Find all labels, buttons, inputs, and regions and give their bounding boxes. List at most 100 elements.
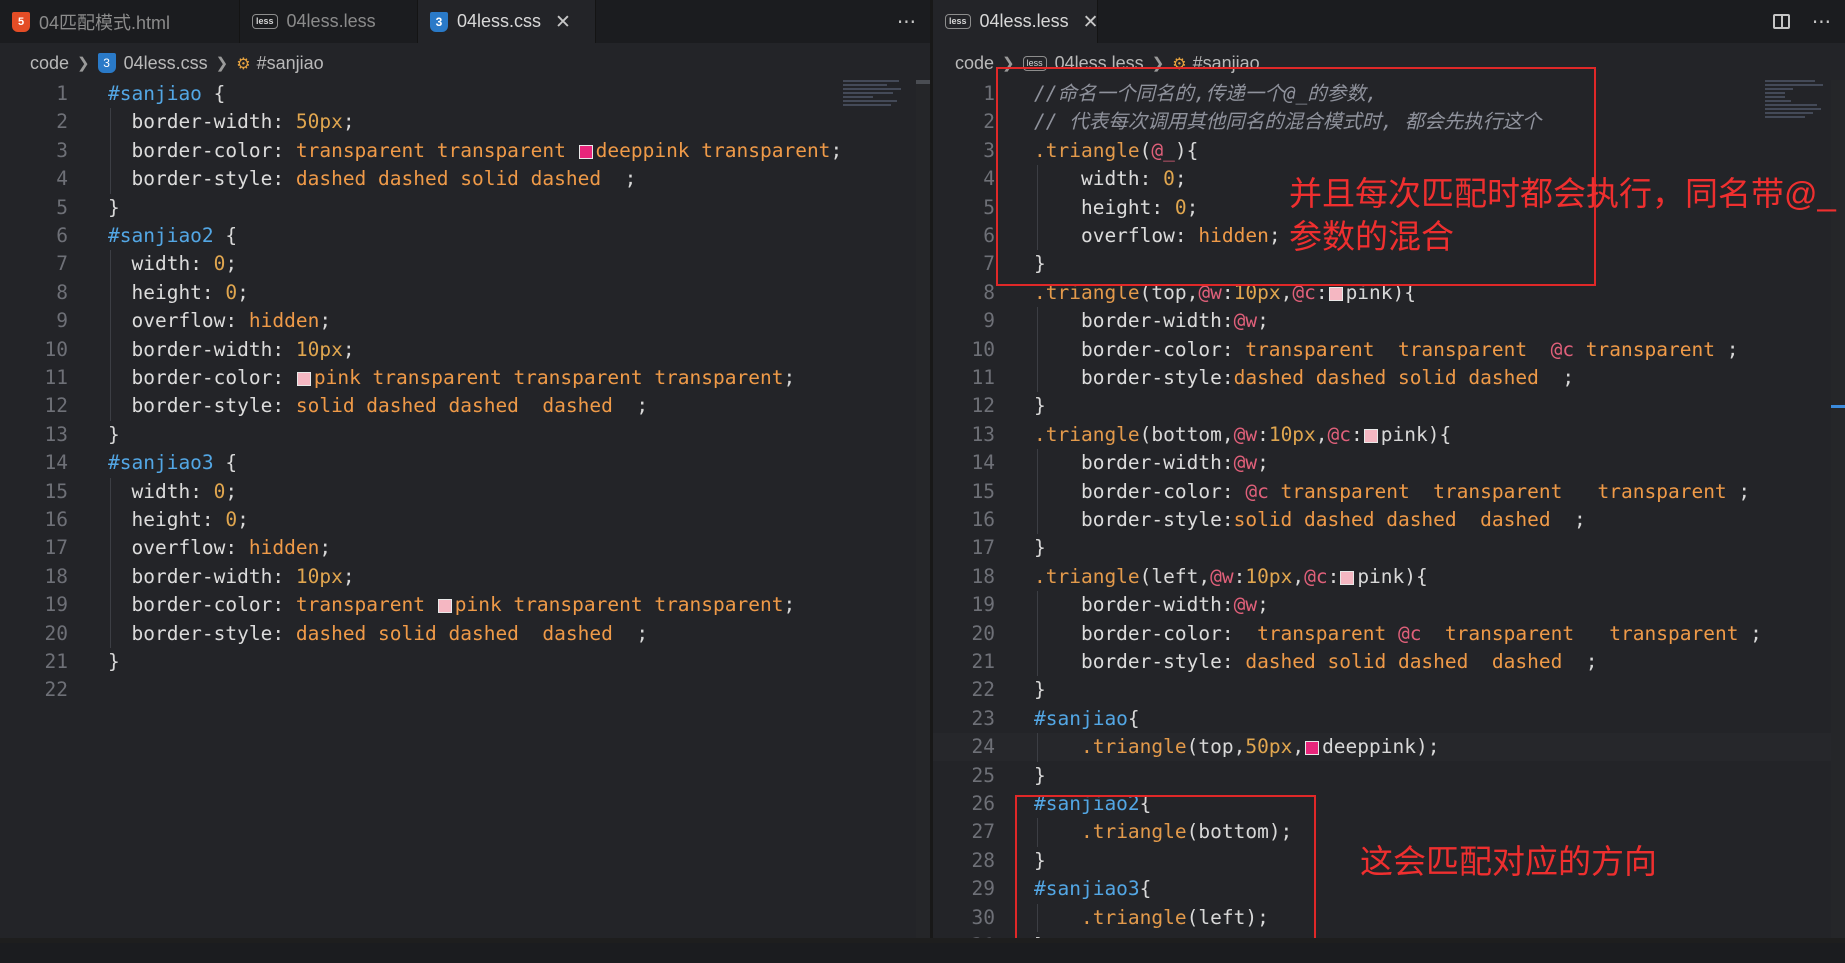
code-line[interactable]: 9 overflow: hidden; — [0, 307, 930, 335]
code-text: border-width:@w; — [1034, 593, 1269, 617]
code-line[interactable]: 3 border-color: transparent transparent … — [0, 137, 930, 165]
tab-04less-less[interactable]: less 04less.less ✕ — [933, 0, 1099, 43]
code-line[interactable]: 16 height: 0; — [0, 506, 930, 534]
code-line[interactable]: 2 border-width: 50px; — [0, 108, 930, 136]
minimap-line — [843, 104, 891, 106]
close-icon[interactable]: ✕ — [555, 11, 571, 33]
close-icon[interactable]: ✕ — [1083, 11, 1099, 33]
color-swatch[interactable] — [1340, 570, 1355, 585]
code-line[interactable]: 14 border-width:@w; — [933, 449, 1845, 477]
minimap-right[interactable] — [1765, 80, 1825, 140]
more-actions-icon[interactable]: ··· — [897, 10, 916, 34]
breadcrumb-file[interactable]: 04less.css — [124, 53, 208, 74]
code-line[interactable]: 10 border-color: transparent transparent… — [933, 336, 1845, 364]
minimap-line — [1765, 104, 1817, 106]
color-swatch[interactable] — [578, 144, 593, 159]
color-swatch[interactable] — [437, 599, 452, 614]
code-line[interactable]: 10 border-width: 10px; — [0, 336, 930, 364]
code-line[interactable]: 11 border-color: pink transparent transp… — [0, 364, 930, 392]
breadcrumb-folder[interactable]: code — [30, 53, 69, 74]
code-text: } — [1034, 536, 1046, 560]
code-line[interactable]: 25} — [933, 762, 1845, 790]
line-number: 9 — [56, 309, 68, 333]
color-swatch[interactable] — [296, 372, 311, 386]
symbol-class-icon: ⚙ — [236, 53, 251, 73]
tab-actions-left: ··· — [897, 0, 916, 43]
code-line[interactable]: 22} — [933, 676, 1845, 704]
vertical-scrollbar-left[interactable] — [916, 80, 930, 938]
breadcrumb-symbol[interactable]: #sanjiao — [257, 53, 324, 74]
code-line[interactable]: 24 .triangle(top,50px, deeppink); — [933, 733, 1845, 762]
code-line[interactable]: 21 border-style: dashed solid dashed das… — [933, 648, 1845, 676]
code-line[interactable]: 20 border-style: dashed solid dashed das… — [0, 620, 930, 648]
code-line[interactable]: 8 height: 0; — [0, 279, 930, 307]
line-number: 7 — [983, 252, 995, 276]
code-line[interactable]: 23 #sanjiao{ — [933, 705, 1845, 733]
annotation-text-1a: 并且每次匹配时都会执行，同名带@_ — [1289, 175, 1836, 212]
breadcrumb-folder[interactable]: code — [955, 53, 994, 74]
line-number: 31 — [933, 932, 995, 938]
line-number: 21 — [44, 650, 68, 673]
code-line[interactable]: 17 overflow: hidden; — [0, 534, 930, 562]
code-text: border-style:dashed dashed solid dashed … — [1034, 366, 1575, 389]
code-line[interactable]: 19 border-width:@w; — [933, 591, 1845, 619]
code-text: } — [108, 422, 120, 446]
code-line[interactable]: 19 border-color: transparent pink transp… — [0, 591, 930, 619]
line-number: 17 — [44, 536, 68, 560]
code-text: } — [108, 650, 120, 673]
code-line[interactable]: 20 border-color: transparent @c transpar… — [933, 620, 1845, 648]
minimap-line — [1765, 112, 1813, 114]
code-line[interactable]: 9 border-width:@w; — [933, 307, 1845, 335]
tab-04less-less[interactable]: less 04less.less — [240, 0, 418, 43]
code-text: border-width:@w; — [1034, 309, 1269, 333]
code-line[interactable]: 13} — [0, 421, 930, 449]
line-number: 24 — [971, 735, 995, 759]
chevron-right-icon: ❯ — [77, 55, 90, 72]
minimap-left[interactable] — [843, 80, 903, 140]
tab-actions-right: ··· — [1772, 0, 1831, 43]
color-swatch[interactable] — [1305, 741, 1320, 756]
minimap-line — [843, 80, 899, 82]
line-number: 13 — [971, 422, 995, 446]
indent-guide — [110, 250, 111, 421]
code-line[interactable]: 15 border-color: @c transparent transpar… — [933, 478, 1845, 506]
status-bar — [0, 943, 1845, 963]
code-line[interactable]: 18 border-width: 10px; — [0, 563, 930, 591]
color-swatch[interactable] — [1363, 428, 1378, 443]
line-number: 15 — [44, 479, 68, 503]
scrollbar-thumb[interactable] — [916, 80, 930, 84]
line-number: 21 — [971, 650, 995, 673]
color-swatch[interactable] — [1328, 286, 1343, 301]
tab-04less-css[interactable]: 3 04less.css ✕ — [418, 0, 596, 43]
code-line[interactable]: 1 #sanjiao { — [0, 80, 930, 108]
code-line[interactable]: 16 border-style:solid dashed dashed dash… — [933, 506, 1845, 534]
code-line[interactable]: 18 .triangle(left,@w:10px,@c: pink){ — [933, 563, 1845, 591]
code-line[interactable]: 11 border-style:dashed dashed solid dash… — [933, 364, 1845, 392]
minimap-line — [1765, 88, 1793, 90]
tab-04-match-html[interactable]: 5 04匹配模式.html — [0, 0, 240, 43]
code-line[interactable]: 12} — [933, 392, 1845, 420]
line-number: 5 — [983, 195, 995, 219]
line-number: 17 — [971, 536, 995, 560]
code-line[interactable]: 21} — [0, 648, 930, 676]
indent-guide — [110, 108, 111, 194]
code-text: #sanjiao3 { — [108, 451, 238, 475]
code-line[interactable]: 14 #sanjiao3 { — [0, 449, 930, 477]
code-line[interactable]: 5} — [0, 194, 930, 222]
code-editor-left[interactable]: 1 #sanjiao {2 border-width: 50px; 3 border… — [0, 80, 930, 938]
line-number: 1 — [56, 82, 68, 105]
code-line[interactable]: 15 width: 0; — [0, 478, 930, 506]
code-line[interactable]: 6 #sanjiao2 { — [0, 222, 930, 250]
code-line[interactable]: 4 border-style: dashed dashed solid dash… — [0, 165, 930, 193]
chevron-right-icon: ❯ — [215, 55, 229, 72]
code-line[interactable]: 7 width: 0; — [0, 250, 930, 278]
code-line[interactable]: 17} — [933, 534, 1845, 562]
code-line[interactable]: 12 border-style: solid dashed dashed das… — [0, 392, 930, 420]
split-editor-icon[interactable] — [1772, 14, 1790, 29]
tab-label: 04less.css — [457, 11, 542, 31]
code-line[interactable]: 13 .triangle(bottom,@w:10px,@c: pink){ — [933, 421, 1845, 449]
code-line[interactable]: 22 — [0, 676, 930, 704]
line-number: 22 — [971, 678, 995, 702]
more-actions-icon[interactable]: ··· — [1812, 10, 1831, 34]
line-number: 20 — [971, 621, 995, 645]
